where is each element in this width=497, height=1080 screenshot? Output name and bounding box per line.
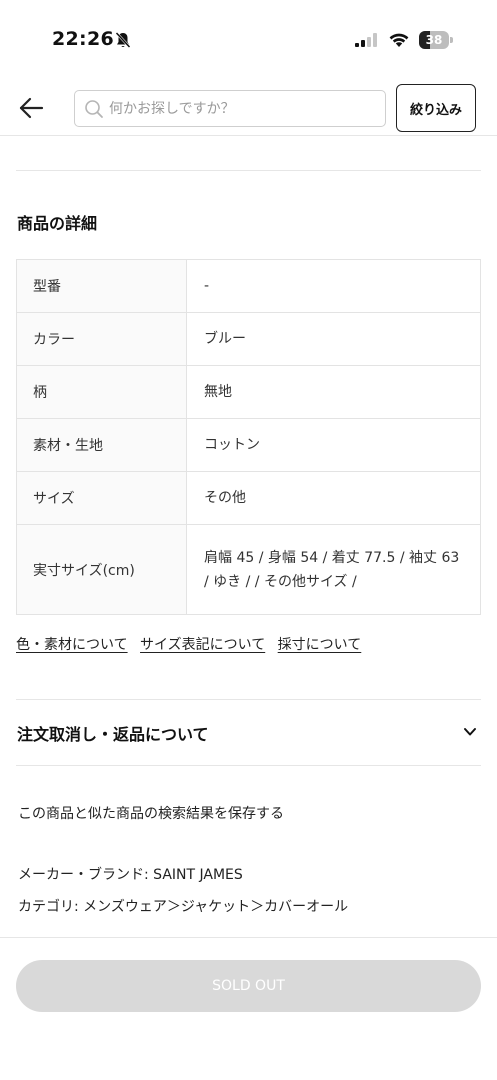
signal-icon xyxy=(355,33,377,47)
save-search-link[interactable]: この商品と似た商品の検索結果を保存する xyxy=(18,803,284,823)
info-links: 色・素材について サイズ表記について 採寸について xyxy=(16,634,486,654)
sold-out-button[interactable]: SOLD OUT xyxy=(16,960,481,1012)
table-row: サイズ その他 xyxy=(16,471,481,525)
table-row: カラー ブルー xyxy=(16,312,481,366)
section-title-details: 商品の詳細 xyxy=(17,214,98,233)
bell-slash-icon xyxy=(115,32,131,48)
back-arrow-icon xyxy=(19,97,44,119)
search-header: 絞り込み xyxy=(0,80,497,136)
row-label: 柄 xyxy=(16,365,187,419)
table-row: 型番 - xyxy=(16,259,481,313)
bottom-bar: SOLD OUT xyxy=(0,937,497,1080)
row-value: その他 xyxy=(186,471,481,525)
status-time: 22:26 xyxy=(52,28,114,50)
row-value: 肩幅 45 / 身幅 54 / 着丈 77.5 / 袖丈 63 / ゆき / /… xyxy=(186,524,481,615)
accordion-title: 注文取消し・返品について xyxy=(17,725,209,744)
row-label: カラー xyxy=(16,312,187,366)
search-box[interactable] xyxy=(74,90,386,127)
battery-cap xyxy=(450,37,453,43)
link-size-notation[interactable]: サイズ表記について xyxy=(140,637,265,653)
maker-brand: メーカー・ブランド: SAINT JAMES xyxy=(18,867,243,883)
row-value: 無地 xyxy=(186,365,481,419)
status-bar: 22:26 38 xyxy=(0,0,497,80)
divider xyxy=(16,765,481,766)
link-color-material[interactable]: 色・素材について xyxy=(16,637,128,653)
table-row: 素材・生地 コットン xyxy=(16,418,481,472)
divider xyxy=(16,170,481,171)
row-label: 素材・生地 xyxy=(16,418,187,472)
back-button[interactable] xyxy=(16,94,46,122)
search-icon xyxy=(85,100,103,118)
battery-level: 38 xyxy=(425,33,443,47)
wifi-icon xyxy=(389,33,409,47)
row-value: コットン xyxy=(186,418,481,472)
link-measurement[interactable]: 採寸について xyxy=(278,637,362,653)
row-value: ブルー xyxy=(186,312,481,366)
table-row: 柄 無地 xyxy=(16,365,481,419)
table-row: 実寸サイズ(cm) 肩幅 45 / 身幅 54 / 着丈 77.5 / 袖丈 6… xyxy=(16,524,481,615)
row-value: - xyxy=(186,259,481,313)
battery-body: 38 xyxy=(419,31,449,49)
row-label: 型番 xyxy=(16,259,187,313)
chevron-down-icon xyxy=(464,728,476,736)
row-label: 実寸サイズ(cm) xyxy=(16,524,187,615)
filter-button[interactable]: 絞り込み xyxy=(396,84,476,132)
search-input[interactable] xyxy=(109,91,379,126)
details-table: 型番 - カラー ブルー 柄 無地 素材・生地 コットン サイズ その他 実寸サ… xyxy=(16,259,481,615)
battery-indicator: 38 xyxy=(419,31,453,49)
cancel-return-accordion[interactable]: 注文取消し・返品について xyxy=(16,700,481,765)
category: カテゴリ: メンズウェア＞ジャケット＞カバーオール xyxy=(18,899,349,915)
row-label: サイズ xyxy=(16,471,187,525)
